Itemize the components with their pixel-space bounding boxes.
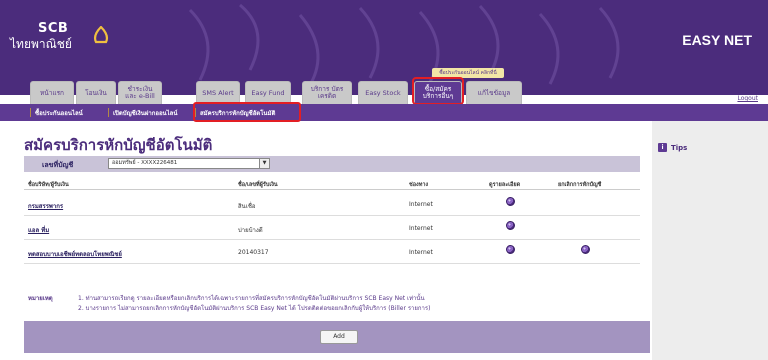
tab-easy-stock[interactable]: Easy Stock	[358, 81, 408, 104]
channel-value: Internet	[409, 249, 433, 256]
sub-nav: ซื้อประกันออนไลน์ เปิดบัญชีเงินฝากออนไลน…	[0, 104, 768, 121]
channel-value: Internet	[409, 225, 433, 232]
table-row: กรมสรรพากร สินเชื่อ Internet	[24, 192, 640, 216]
easy-net-brand: EASY NET	[682, 32, 752, 48]
active-tab-highlight	[412, 77, 464, 105]
main-nav: หน้าแรก โอนเงิน ชำระเงิน และ e-Bill SMS …	[0, 78, 768, 104]
tips-heading[interactable]: i Tips	[658, 143, 687, 152]
subnav-open-account[interactable]: เปิดบัญชีเงินฝากออนไลน์	[113, 108, 177, 118]
subnav-insurance[interactable]: ซื้อประกันออนไลน์	[35, 108, 83, 118]
ref-value: 20140317	[238, 249, 269, 256]
view-detail-radio[interactable]	[506, 245, 515, 254]
company-link[interactable]: แอล ที่ม	[28, 225, 49, 235]
col-channel: ช่องทาง	[409, 182, 429, 188]
account-label: เลขที่บัญชี	[42, 161, 74, 169]
table-header: ชื่อบริษัท/ผู้รับเงิน ชื่อ/เลขที่ผู้รับเ…	[24, 178, 640, 190]
logo-thai-text: ไทยพาณิชย์	[10, 37, 72, 51]
tab-credit-card[interactable]: บริการ บัตรเครดิต	[302, 81, 352, 104]
subnav-separator	[30, 108, 31, 117]
col-cancel: ยกเลิกการหักบัญชี	[558, 182, 602, 188]
tab-sms-alert[interactable]: SMS Alert	[196, 81, 240, 104]
note-2: 2. บางรายการ ไม่สามารถยกเลิกการหักบัญชีอ…	[78, 305, 431, 312]
company-link[interactable]: กรมสรรพากร	[28, 201, 63, 211]
company-link[interactable]: ทดสอบบาบเอชีพย์ทดลอบโทยพณิชย์	[28, 249, 122, 259]
table-row: แอล ที่ม บ่ายบ้างดี Internet	[24, 216, 640, 240]
col-view: ดูรายละเอียด	[489, 182, 521, 188]
tab-easy-fund[interactable]: Easy Fund	[245, 81, 291, 104]
active-subnav-highlight	[193, 102, 301, 122]
add-button[interactable]: Add	[320, 330, 358, 344]
channel-value: Internet	[409, 201, 433, 208]
note-1: 1. ท่านสามารถเรียกดู รายละเอียดหรือยกเลิ…	[78, 295, 425, 302]
action-bar: Add	[24, 321, 650, 353]
logo-scb-text: SCB	[38, 21, 69, 36]
main-content: สมัครบริการหักบัญชีอัตโนมัติ เลขที่บัญชี…	[20, 121, 650, 360]
ref-value: บ่ายบ้างดี	[238, 227, 263, 234]
col-ref: ชื่อ/เลขที่ผู้รับเงิน	[238, 182, 278, 188]
tips-label: Tips	[671, 143, 688, 152]
tips-icon: i	[658, 143, 667, 152]
tab-home[interactable]: หน้าแรก	[30, 81, 74, 104]
logout-link[interactable]: Logout	[737, 95, 758, 102]
cancel-debit-radio[interactable]	[581, 245, 590, 254]
lotus-icon	[93, 26, 109, 44]
tips-sidebar: i Tips	[652, 121, 768, 360]
chevron-down-icon[interactable]: ▼	[259, 159, 269, 168]
view-detail-radio[interactable]	[506, 221, 515, 230]
account-select-value: ออมทรัพย์ - XXXX226481	[112, 160, 178, 166]
account-selector-bar: เลขที่บัญชี ออมทรัพย์ - XXXX226481 ▼	[24, 156, 640, 172]
tab-transfer[interactable]: โอนเงิน	[76, 81, 116, 104]
tab-bill-payment[interactable]: ชำระเงิน และ e-Bill	[118, 81, 162, 104]
view-detail-radio[interactable]	[506, 197, 515, 206]
subnav-separator	[108, 108, 109, 117]
ref-value: สินเชื่อ	[238, 203, 256, 210]
page-title: สมัครบริการหักบัญชีอัตโนมัติ	[24, 136, 213, 154]
account-select[interactable]: ออมทรัพย์ - XXXX226481 ▼	[108, 158, 270, 169]
tab-edit-profile[interactable]: แก้ไขข้อมูล	[466, 81, 522, 104]
col-company: ชื่อบริษัท/ผู้รับเงิน	[28, 182, 69, 188]
table-row: ทดสอบบาบเอชีพย์ทดลอบโทยพณิชย์ 20140317 I…	[24, 240, 640, 264]
notes-label: หมายเหตุ	[28, 295, 53, 302]
